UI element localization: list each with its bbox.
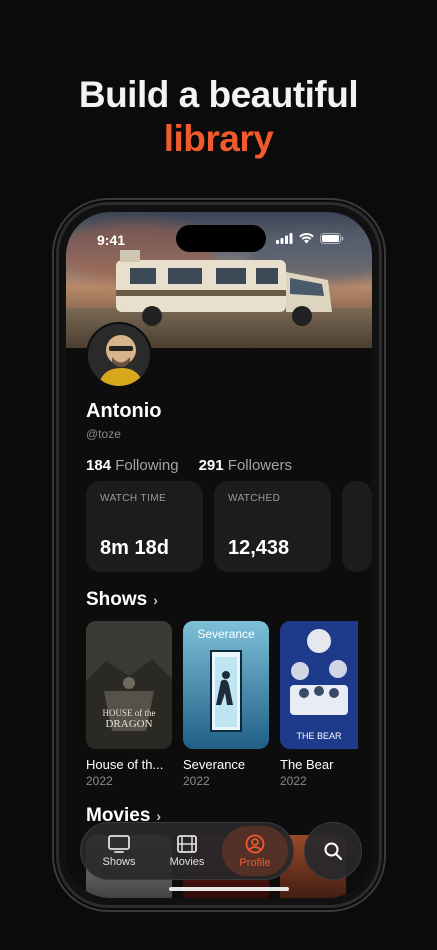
tab-label: Movies [169, 855, 205, 868]
tv-icon [108, 834, 130, 853]
show-title: The Bear [280, 757, 334, 772]
profile-icon [245, 834, 265, 853]
status-bar: 9:41 [66, 212, 372, 262]
poster-text: Severance [197, 627, 255, 641]
phone-frame: 9:41 Antonio @toze 184 Following 291 Fol… [56, 202, 382, 908]
following-label: Following [115, 457, 179, 474]
severance-poster: Severance [183, 621, 269, 749]
poster-text: HOUSE of the [103, 708, 156, 718]
tab-shows[interactable]: Shows [86, 826, 152, 876]
follow-stats: 184 Following 291 Followers [86, 457, 292, 474]
shows-section-header[interactable]: Shows › [86, 589, 158, 611]
phone-screen: 9:41 Antonio @toze 184 Following 291 Fol… [66, 212, 372, 898]
the-bear-poster: THE BEAR [280, 621, 358, 749]
poster-text: DRAGON [105, 718, 152, 730]
tab-label: Shows [102, 855, 136, 868]
tab-movies[interactable]: Movies [154, 826, 220, 876]
card-value: 8m 18d [100, 537, 169, 559]
show-poster: THE BEAR [280, 621, 366, 749]
signal-icon [276, 233, 293, 244]
status-icons [276, 233, 344, 244]
card-label: WATCHED [228, 493, 281, 504]
film-icon [177, 834, 197, 853]
chevron-right-icon: › [153, 592, 158, 608]
followers-count: 291 [198, 457, 224, 474]
show-poster: HOUSE of the DRAGON [86, 621, 172, 749]
show-item[interactable]: HOUSE of the DRAGON House of th... 2022 [86, 621, 172, 788]
watched-card[interactable]: WATCHED 12,438 [214, 481, 331, 572]
shows-carousel[interactable]: HOUSE of the DRAGON House of th... 2022 … [86, 621, 366, 788]
status-time: 9:41 [97, 232, 126, 248]
stat-card-offscreen[interactable] [342, 481, 372, 572]
avatar[interactable] [86, 322, 152, 388]
search-button[interactable] [304, 822, 362, 880]
show-title: Severance [183, 757, 246, 772]
profile-handle: @toze [86, 427, 121, 441]
poster-text: THE BEAR [296, 731, 342, 741]
show-poster: Severance [183, 621, 269, 749]
headline: Build a beautiful library [0, 72, 437, 162]
battery-icon [320, 233, 344, 244]
followers-label: Followers [227, 457, 292, 474]
shows-section-title: Shows [86, 589, 148, 610]
home-indicator[interactable] [169, 887, 289, 891]
show-item[interactable]: THE BEAR The Bear 2022 [280, 621, 366, 788]
watch-time-card[interactable]: WATCH TIME 8m 18d [86, 481, 203, 572]
card-label: WATCH TIME [100, 493, 167, 504]
tab-label: Profile [239, 856, 271, 869]
following-stat[interactable]: 184 Following [86, 457, 179, 474]
show-year: 2022 [280, 774, 307, 788]
show-title: House of th... [86, 757, 164, 772]
followers-stat[interactable]: 291 Followers [199, 457, 292, 474]
headline-line-2: library [163, 118, 274, 159]
tab-bar: Shows Movies Profile [80, 822, 294, 880]
tab-profile[interactable]: Profile [222, 826, 288, 876]
show-item[interactable]: Severance Severance 2022 [183, 621, 269, 788]
show-year: 2022 [86, 774, 113, 788]
dynamic-island [176, 225, 266, 252]
stats-cards: WATCH TIME 8m 18d WATCHED 12,438 [86, 481, 372, 572]
show-year: 2022 [183, 774, 210, 788]
profile-name: Antonio [86, 400, 162, 422]
avatar-image [88, 324, 150, 386]
card-value: 12,438 [228, 537, 290, 559]
search-icon [324, 842, 343, 861]
house-of-dragon-poster: HOUSE of the DRAGON [86, 621, 172, 749]
following-count: 184 [86, 457, 112, 474]
headline-line-1: Build a beautiful [78, 74, 359, 115]
wifi-icon [299, 233, 314, 244]
